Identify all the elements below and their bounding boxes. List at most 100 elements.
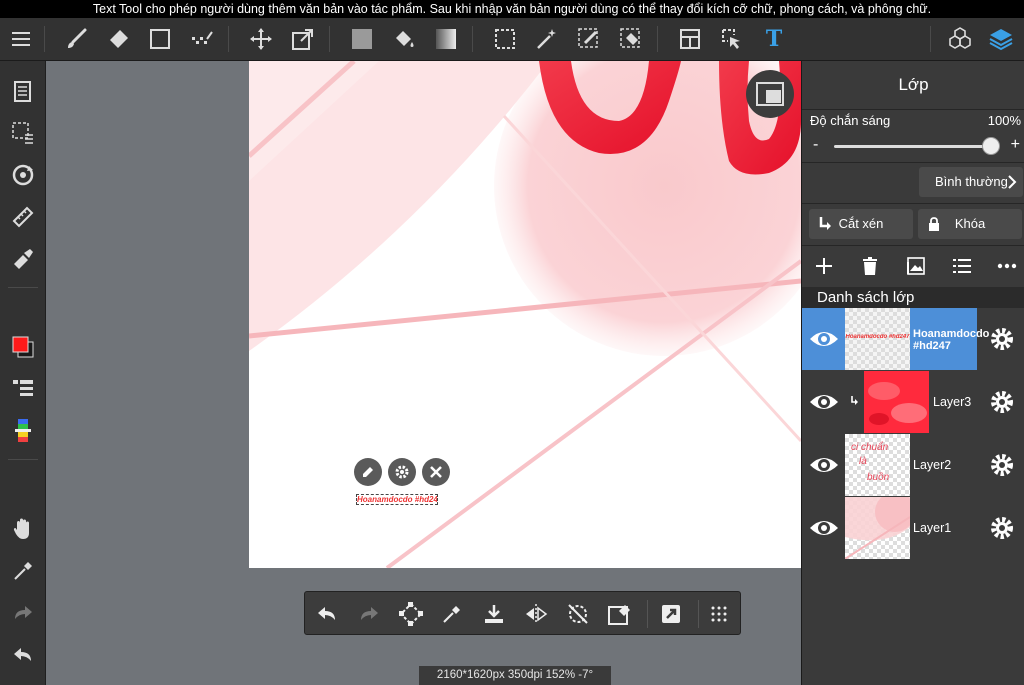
divider bbox=[802, 203, 1024, 204]
clipping-arrow-icon bbox=[851, 396, 858, 405]
layer-panel: Lớp Độ chắn sáng 100% - + Bình thường Cắ… bbox=[801, 61, 1024, 685]
opacity-increase-button[interactable]: + bbox=[1011, 136, 1020, 154]
undo-icon[interactable] bbox=[7, 639, 39, 671]
operation-icon[interactable] bbox=[716, 23, 748, 55]
frame-icon[interactable] bbox=[674, 23, 706, 55]
clear-icon[interactable] bbox=[603, 598, 635, 630]
rotate-icon[interactable] bbox=[7, 159, 39, 191]
eraser-icon[interactable] bbox=[102, 23, 134, 55]
eye-icon[interactable] bbox=[808, 516, 840, 540]
select-pen-icon[interactable] bbox=[573, 23, 605, 55]
opacity-slider-handle[interactable] bbox=[982, 137, 1000, 155]
bucket-icon[interactable] bbox=[388, 23, 420, 55]
dot-brush-icon[interactable] bbox=[186, 23, 218, 55]
redo-icon[interactable] bbox=[353, 598, 385, 630]
text-tool-icon[interactable]: T bbox=[758, 23, 790, 55]
pages-icon[interactable] bbox=[7, 75, 39, 107]
divider bbox=[647, 600, 648, 628]
navigator-toggle[interactable] bbox=[746, 70, 794, 118]
add-layer-icon[interactable] bbox=[809, 251, 839, 281]
more-icon[interactable] bbox=[992, 251, 1022, 281]
layer-row-layer2[interactable]: ci chuẩn là buồn Layer2 bbox=[802, 434, 1024, 496]
save-icon[interactable] bbox=[478, 598, 510, 630]
eyedropper-icon[interactable] bbox=[436, 598, 468, 630]
layers-icon[interactable] bbox=[985, 23, 1017, 55]
text-object-tools bbox=[354, 458, 450, 486]
hand-icon[interactable] bbox=[7, 513, 39, 545]
3d-icon[interactable] bbox=[944, 23, 976, 55]
layer-list-title: Danh sách lớp bbox=[802, 287, 1024, 308]
lock-button[interactable]: Khóa bbox=[918, 209, 1022, 239]
blend-mode-button[interactable]: Bình thường bbox=[919, 167, 1023, 197]
gradient-icon[interactable] bbox=[430, 23, 462, 55]
undo-icon[interactable] bbox=[311, 598, 343, 630]
color-palette-icon[interactable] bbox=[7, 415, 39, 447]
divider bbox=[657, 26, 658, 52]
clip-button[interactable]: Cắt xén bbox=[809, 209, 913, 239]
close-icon bbox=[430, 466, 442, 478]
gear-icon[interactable] bbox=[989, 389, 1015, 415]
gear-icon bbox=[395, 465, 409, 479]
layer-row-layer1[interactable]: Layer1 bbox=[802, 497, 1024, 559]
divider bbox=[472, 26, 473, 52]
divider bbox=[44, 26, 45, 52]
layer-list-icon[interactable] bbox=[947, 251, 977, 281]
transform-icon[interactable] bbox=[395, 598, 427, 630]
layer-thumbnail: ci chuẩn là buồn bbox=[845, 434, 910, 496]
select-eraser-icon[interactable] bbox=[615, 23, 647, 55]
eye-icon[interactable] bbox=[808, 453, 840, 477]
transform-icon[interactable] bbox=[287, 23, 319, 55]
eye-icon[interactable] bbox=[808, 390, 840, 414]
selection-icon[interactable] bbox=[7, 117, 39, 149]
tool-tip-bar: Text Tool cho phép người dùng thêm văn b… bbox=[0, 0, 1024, 18]
snap-icon[interactable] bbox=[655, 598, 687, 630]
gear-icon[interactable] bbox=[989, 452, 1015, 478]
color-swatch-icon[interactable] bbox=[7, 331, 39, 363]
divider bbox=[698, 600, 699, 628]
close-text-button[interactable] bbox=[422, 458, 450, 486]
flip-icon[interactable] bbox=[520, 598, 552, 630]
layer-name: Layer1 bbox=[913, 521, 952, 535]
opacity-label: Độ chắn sáng bbox=[810, 113, 891, 128]
menu-icon[interactable] bbox=[5, 23, 37, 55]
opacity-value: 100% bbox=[987, 113, 1021, 128]
gear-icon[interactable] bbox=[989, 326, 1015, 352]
blend-mode-label: Bình thường bbox=[935, 174, 1008, 189]
layer-row-text[interactable]: Hoanamdocdo #hd247 Hoanamdocdo #hd247 bbox=[802, 308, 1024, 370]
app-root: Text Tool cho phép người dùng thêm văn b… bbox=[0, 0, 1024, 685]
thumbnail-text: Hoanamdocdo #hd247 bbox=[845, 334, 910, 340]
opacity-decrease-button[interactable]: - bbox=[813, 136, 818, 154]
move-icon[interactable] bbox=[245, 23, 277, 55]
ruler-icon[interactable] bbox=[7, 201, 39, 233]
eye-icon[interactable] bbox=[808, 327, 840, 351]
gear-icon[interactable] bbox=[989, 515, 1015, 541]
delete-layer-icon[interactable] bbox=[855, 251, 885, 281]
select-rect-icon[interactable] bbox=[489, 23, 521, 55]
brush-icon[interactable] bbox=[60, 23, 92, 55]
layer-thumbnail: Hoanamdocdo #hd247 bbox=[845, 308, 910, 370]
canvas-status: 2160*1620px 350dpi 152% -7° bbox=[419, 666, 611, 685]
fill-color-icon[interactable] bbox=[346, 23, 378, 55]
eyedropper-icon[interactable] bbox=[7, 555, 39, 587]
text-object[interactable]: Hoanamdocdo #hd247 bbox=[356, 494, 438, 505]
drawing-canvas[interactable] bbox=[249, 61, 801, 568]
add-image-layer-icon[interactable] bbox=[901, 251, 931, 281]
navigator-icon bbox=[756, 82, 784, 106]
layer-row-layer3[interactable]: Layer3 bbox=[802, 371, 1024, 433]
fill-tool-icon[interactable] bbox=[7, 243, 39, 275]
layer-thumbnail bbox=[864, 371, 929, 433]
divider bbox=[8, 459, 38, 460]
opacity-slider[interactable] bbox=[834, 145, 992, 148]
divider bbox=[802, 109, 1024, 110]
rotate-reset-icon[interactable] bbox=[562, 598, 594, 630]
divider bbox=[228, 26, 229, 52]
bottom-toolbar bbox=[304, 591, 741, 635]
magic-wand-icon[interactable] bbox=[531, 23, 563, 55]
edit-text-button[interactable] bbox=[354, 458, 382, 486]
layer-actions bbox=[802, 251, 1024, 281]
text-settings-button[interactable] bbox=[388, 458, 416, 486]
brush-list-icon[interactable] bbox=[7, 373, 39, 405]
more-grid-icon[interactable] bbox=[703, 598, 735, 630]
redo-icon[interactable] bbox=[7, 597, 39, 629]
shape-icon[interactable] bbox=[144, 23, 176, 55]
